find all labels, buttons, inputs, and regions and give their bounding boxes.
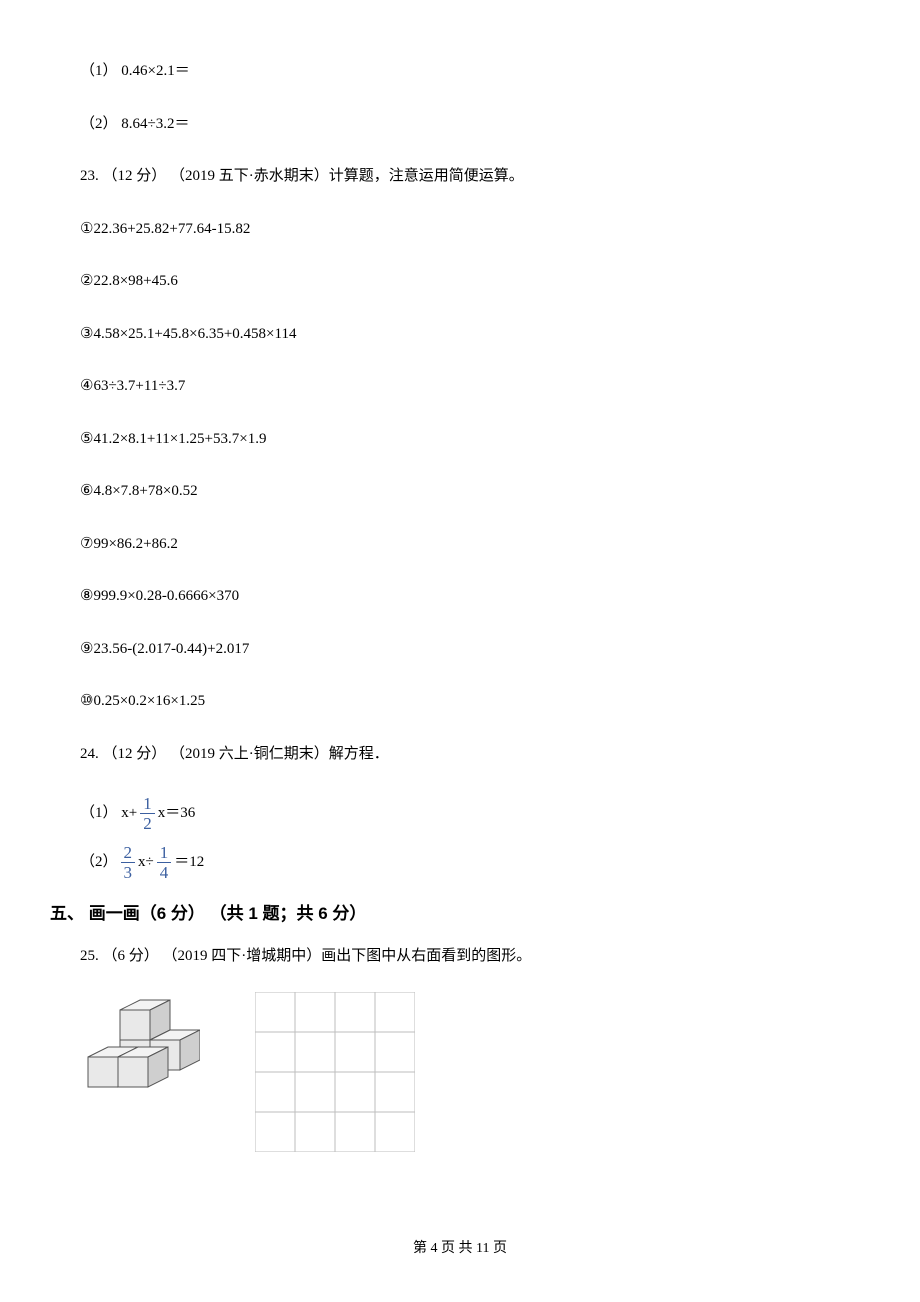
q23-prompt: 23. （12 分） （2019 五下·赤水期末）计算题，注意运用简便运算。 — [80, 165, 840, 188]
q24-2-mid: x÷ — [138, 851, 154, 874]
q23-item-4: ④63÷3.7+11÷3.7 — [80, 375, 840, 398]
cube-figure-icon — [80, 992, 200, 1112]
fraction-two-thirds: 2 3 — [121, 844, 136, 881]
q23-item-5: ⑤41.2×8.1+11×1.25+53.7×1.9 — [80, 428, 840, 451]
q23-item-3: ③4.58×25.1+45.8×6.35+0.458×114 — [80, 323, 840, 346]
q23-item-10: ⑩0.25×0.2×16×1.25 — [80, 690, 840, 713]
q23-item-1: ①22.36+25.82+77.64-15.82 — [80, 218, 840, 241]
fraction-denominator: 3 — [121, 863, 136, 881]
q24-1-suffix: x＝36 — [158, 802, 196, 825]
q23-item-7: ⑦99×86.2+86.2 — [80, 533, 840, 556]
answer-grid-icon — [255, 992, 415, 1152]
fraction-numerator: 1 — [140, 795, 155, 814]
q24-2-suffix: ＝12 — [174, 851, 204, 874]
fraction-numerator: 2 — [121, 844, 136, 863]
q24-sub2: （2） 2 3 x÷ 1 4 ＝12 — [80, 844, 840, 881]
page-content: （1） 0.46×2.1＝ （2） 8.64÷3.2＝ 23. （12 分） （… — [80, 60, 840, 1152]
fraction-one-quarter: 1 4 — [157, 844, 172, 881]
fraction-denominator: 4 — [157, 863, 172, 881]
q22-sub2: （2） 8.64÷3.2＝ — [80, 113, 840, 136]
q22-sub1: （1） 0.46×2.1＝ — [80, 60, 840, 83]
q23-item-9: ⑨23.56-(2.017-0.44)+2.017 — [80, 638, 840, 661]
q23-item-8: ⑧999.9×0.28-0.6666×370 — [80, 585, 840, 608]
q24-prompt: 24. （12 分） （2019 六上·铜仁期末）解方程． — [80, 743, 840, 766]
q24-sub1: （1） x+ 1 2 x＝36 — [80, 795, 840, 832]
section-5-header: 五、 画一画（6 分） （共 1 题；共 6 分） — [50, 901, 840, 927]
q23-item-6: ⑥4.8×7.8+78×0.52 — [80, 480, 840, 503]
q25-prompt: 25. （6 分） （2019 四下·增城期中）画出下图中从右面看到的图形。 — [80, 945, 840, 968]
fraction-numerator: 1 — [157, 844, 172, 863]
q23-item-2: ②22.8×98+45.6 — [80, 270, 840, 293]
fraction-one-half: 1 2 — [140, 795, 155, 832]
q25-figures — [80, 992, 840, 1152]
fraction-denominator: 2 — [140, 814, 155, 832]
page-footer: 第 4 页 共 11 页 — [0, 1237, 920, 1257]
q24-2-prefix: （2） — [80, 851, 118, 874]
q24-1-prefix: （1） x+ — [80, 802, 137, 825]
